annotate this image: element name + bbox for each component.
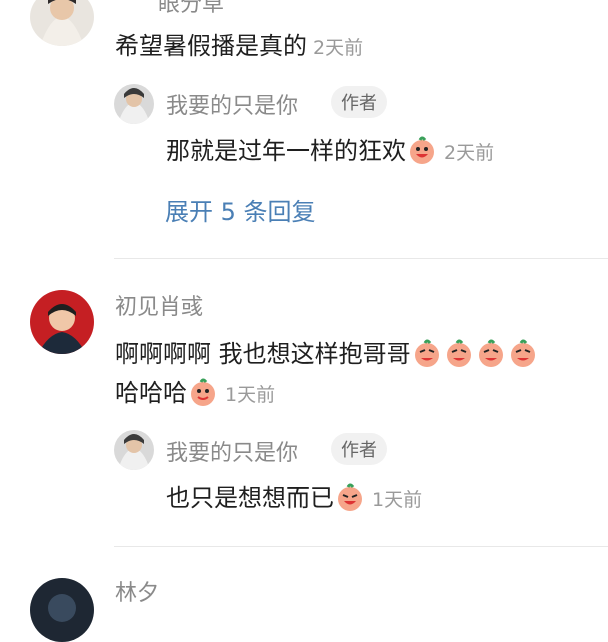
peach-emoji-icon bbox=[476, 338, 506, 374]
comment-time: 2天前 bbox=[313, 37, 364, 59]
avatar[interactable] bbox=[30, 0, 94, 46]
comment-text-line2: 哈哈哈 bbox=[115, 379, 187, 407]
peach-emoji-icon bbox=[188, 377, 218, 413]
comment-text: 哈哈哈 1天前 bbox=[115, 373, 275, 413]
reply-time: 2天前 bbox=[444, 142, 495, 164]
reply-time: 1天前 bbox=[372, 489, 423, 511]
avatar[interactable] bbox=[30, 290, 94, 354]
reply-text: 那就是过年一样的狂欢 2天前 bbox=[166, 131, 494, 171]
comment-text: 啊啊啊啊 我也想这样抱哥哥 bbox=[115, 334, 539, 374]
comment-text: 希望暑假播是真的 2天前 bbox=[115, 26, 363, 61]
peach-emoji-icon bbox=[407, 135, 437, 171]
comment-username[interactable]: 林夕 bbox=[115, 575, 159, 607]
comment-username[interactable]: 初见肖彧 bbox=[115, 289, 203, 321]
peach-emoji-icon bbox=[508, 338, 538, 374]
author-badge: 作者 bbox=[331, 86, 387, 118]
peach-emoji-icon bbox=[412, 338, 442, 374]
peach-emoji-icon bbox=[444, 338, 474, 374]
peach-emoji-icon bbox=[335, 482, 365, 518]
divider bbox=[114, 546, 608, 547]
avatar[interactable] bbox=[114, 84, 154, 124]
divider bbox=[114, 258, 608, 259]
comment-text-line1: 啊啊啊啊 我也想这样抱哥哥 bbox=[115, 340, 411, 368]
expand-replies-button[interactable]: 展开 5 条回复 bbox=[165, 192, 316, 227]
reply-text: 也只是想想而已 1天前 bbox=[166, 478, 422, 518]
reply-username[interactable]: 我要的只是你 bbox=[166, 88, 298, 120]
comment-text-content: 希望暑假播是真的 bbox=[115, 32, 307, 60]
comment-time: 1天前 bbox=[225, 384, 276, 406]
comment-username[interactable]: 眼分草 bbox=[158, 0, 224, 18]
author-badge: 作者 bbox=[331, 433, 387, 465]
reply-text-content: 也只是想想而已 bbox=[166, 484, 334, 512]
avatar[interactable] bbox=[30, 578, 94, 642]
reply-text-content: 那就是过年一样的狂欢 bbox=[166, 137, 406, 165]
reply-username[interactable]: 我要的只是你 bbox=[166, 435, 298, 467]
avatar[interactable] bbox=[114, 430, 154, 470]
